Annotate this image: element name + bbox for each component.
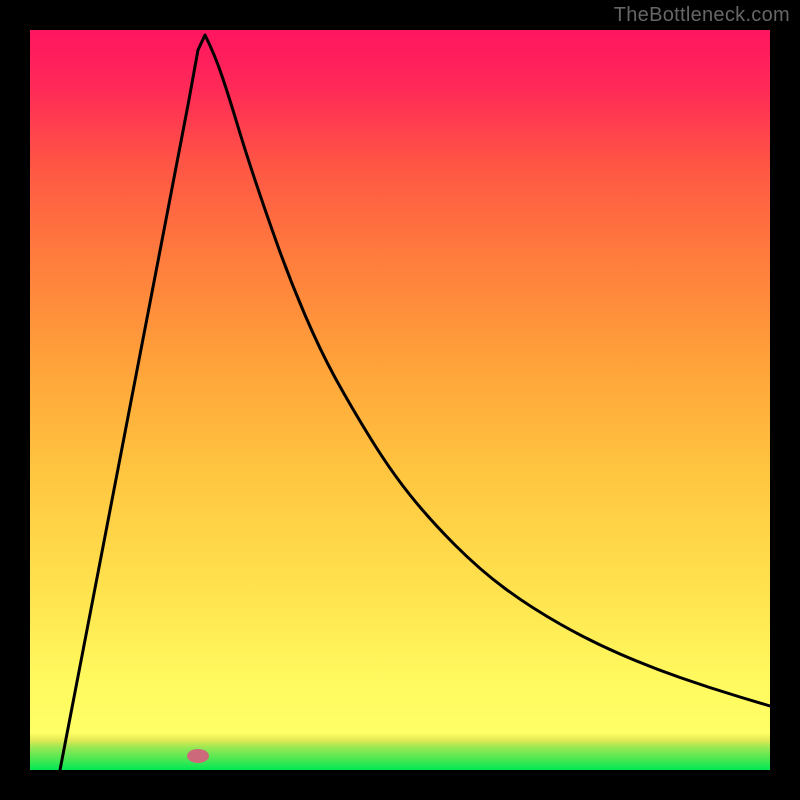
chart-frame: TheBottleneck.com <box>0 0 800 800</box>
bottleneck-curve <box>30 30 770 770</box>
minimum-marker <box>187 749 209 763</box>
attribution-label: TheBottleneck.com <box>614 4 790 27</box>
plot-area <box>30 30 770 770</box>
